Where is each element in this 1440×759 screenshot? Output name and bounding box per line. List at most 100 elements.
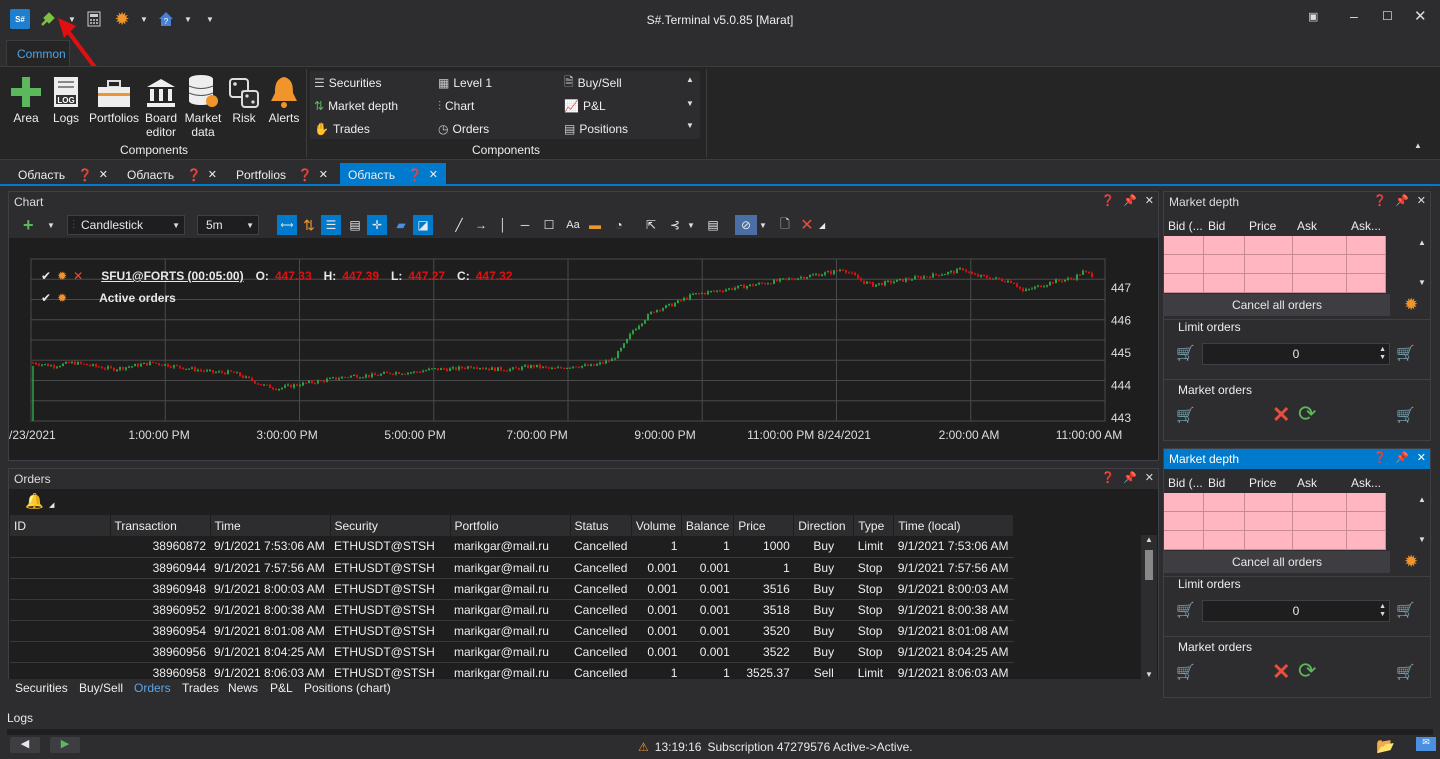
market-sell-cart-icon[interactable]: 🛒 xyxy=(1396,406,1415,424)
help-icon[interactable]: ❓ xyxy=(78,168,93,182)
column-header[interactable]: Direction xyxy=(793,515,855,536)
series-remove-icon[interactable]: ✕ xyxy=(73,269,83,283)
depth-column-header[interactable]: Ask xyxy=(1293,473,1347,493)
depth-cell[interactable] xyxy=(1347,531,1386,550)
tab-trades[interactable]: Trades xyxy=(182,681,219,695)
orders-settings-gear-icon[interactable]: ✹ xyxy=(57,291,67,305)
gallery-scroll-down-icon[interactable]: ▼ xyxy=(686,99,694,108)
depth-cell[interactable] xyxy=(1204,236,1245,255)
tab-news[interactable]: News xyxy=(228,681,258,695)
table-row[interactable]: 38960954 9/1/2021 8:01:08 AM ETHUSDT@STSH m… xyxy=(10,620,1014,642)
close-button[interactable]: ✕ xyxy=(1414,7,1427,25)
tab-buy-sell[interactable]: Buy/Sell xyxy=(79,681,123,695)
close-panel-icon[interactable]: ✕ xyxy=(1145,194,1154,207)
crosshair-icon[interactable]: ✛ xyxy=(367,215,387,235)
comment-icon[interactable]: ▰ xyxy=(391,215,411,235)
depth-cell[interactable] xyxy=(1293,255,1347,274)
stepper-arrows-icon[interactable]: ▲ ▼ xyxy=(1379,346,1386,362)
text-tool-icon[interactable]: Aa xyxy=(563,215,583,235)
scroll-link-icon[interactable]: ⟷ xyxy=(277,215,297,235)
depth-cell[interactable] xyxy=(1293,274,1347,293)
depth-column-header[interactable]: Ask... xyxy=(1347,216,1386,236)
restore-panel-icon[interactable]: ▣ xyxy=(1308,10,1318,23)
portfolios-button[interactable]: Portfolios xyxy=(86,71,142,125)
risk-button[interactable]: Risk xyxy=(226,71,262,125)
depth-cell[interactable] xyxy=(1164,255,1204,274)
rectangle-tool-icon[interactable]: ☐ xyxy=(539,215,559,235)
depth-column-header[interactable]: Bid (... xyxy=(1164,473,1204,493)
area-button[interactable]: Area xyxy=(6,71,46,125)
column-header[interactable]: Balance xyxy=(681,515,735,536)
depth-cell[interactable] xyxy=(1164,531,1204,550)
depth-cell[interactable] xyxy=(1347,274,1386,293)
checkbox-icon[interactable]: ✔ xyxy=(41,291,51,305)
delete-x-icon[interactable]: ✕ xyxy=(797,215,817,235)
cancel-all-orders-button[interactable]: Cancel all orders xyxy=(1164,551,1390,573)
depth-column-header[interactable]: Bid (... xyxy=(1164,216,1204,236)
depth-cell[interactable] xyxy=(1164,274,1204,293)
legend-list-icon[interactable]: ☰ xyxy=(321,215,341,235)
column-header[interactable]: Portfolio xyxy=(450,515,571,536)
area-chart-icon[interactable]: ◪ xyxy=(413,215,433,235)
alert-bell-icon[interactable]: 🔔 xyxy=(25,492,44,510)
column-header[interactable]: Status xyxy=(570,515,632,536)
vertical-line-icon[interactable]: │ xyxy=(499,215,507,235)
pin-icon[interactable]: 📌 xyxy=(1123,471,1137,484)
depth-cell[interactable] xyxy=(1245,236,1293,255)
board-editor-button[interactable]: Board editor xyxy=(142,71,180,139)
orders-scrollbar[interactable]: ▲ ▼ xyxy=(1141,535,1157,679)
depth-cell[interactable] xyxy=(1245,274,1293,293)
depth-column-header[interactable]: Price xyxy=(1245,216,1293,236)
depth-cell[interactable] xyxy=(1164,493,1204,512)
tab-orders[interactable]: Orders xyxy=(134,681,171,695)
depth-cell[interactable] xyxy=(1245,493,1293,512)
share-icon[interactable]: ⊰ xyxy=(665,215,685,235)
depth-column-header[interactable]: Ask... xyxy=(1347,473,1386,493)
cancel-x-icon[interactable]: ✕ xyxy=(1272,659,1290,685)
orders-button[interactable]: ◷ Orders xyxy=(438,118,489,140)
doc-tab-4[interactable]: Область ❓ ✕ xyxy=(340,163,446,186)
market-sell-cart-icon[interactable]: 🛒 xyxy=(1396,663,1415,681)
depth-column-header[interactable]: Bid xyxy=(1204,216,1245,236)
buy-cart-icon[interactable]: 🛒 xyxy=(1176,601,1195,619)
series-settings-gear-icon[interactable]: ✹ xyxy=(57,269,67,283)
column-header[interactable]: Type xyxy=(853,515,895,536)
horizontal-line-icon[interactable]: ─ xyxy=(515,215,535,235)
table-row[interactable]: 38960944 9/1/2021 7:57:56 AM ETHUSDT@STSH m… xyxy=(10,557,1014,579)
tab-securities[interactable]: Securities xyxy=(15,681,68,695)
column-header[interactable]: Transaction xyxy=(110,515,211,536)
table-row[interactable]: 38960956 9/1/2021 8:04:25 AM ETHUSDT@STSH m… xyxy=(10,641,1014,663)
close-tab-icon[interactable]: ✕ xyxy=(319,168,328,181)
sort-arrows-icon[interactable]: ⇅ xyxy=(299,215,319,235)
market-data-button[interactable]: Market data xyxy=(182,71,224,139)
depth-cell[interactable] xyxy=(1245,531,1293,550)
bell-dropdown-icon[interactable]: ◢ xyxy=(49,501,54,509)
pin-icon[interactable]: 📌 xyxy=(1395,451,1409,464)
depth-cell[interactable] xyxy=(1204,512,1245,531)
tab-positions-chart[interactable]: Positions (chart) xyxy=(304,681,391,695)
column-header[interactable]: Price xyxy=(733,515,795,536)
depth-cell[interactable] xyxy=(1245,255,1293,274)
close-panel-icon[interactable]: ✕ xyxy=(1417,194,1426,207)
column-header[interactable]: Security xyxy=(330,515,451,536)
depth-cell[interactable] xyxy=(1347,493,1386,512)
gallery-expand-icon[interactable]: ▼ xyxy=(686,121,694,130)
depth-settings-gear-icon[interactable]: ✹ xyxy=(1404,552,1418,572)
refresh-icon[interactable]: ⟳ xyxy=(1298,658,1316,684)
buy-cart-icon[interactable]: 🛒 xyxy=(1176,344,1195,362)
scroll-up-icon[interactable]: ▲ xyxy=(1418,238,1426,247)
back-arrow-icon[interactable]: ◀ xyxy=(10,737,40,753)
depth-cell[interactable] xyxy=(1293,531,1347,550)
table-row[interactable]: 38960958 9/1/2021 8:06:03 AM ETHUSDT@STSH m… xyxy=(10,662,1014,679)
scroll-up-icon[interactable]: ▲ xyxy=(1141,535,1157,544)
depth-cell[interactable] xyxy=(1245,512,1293,531)
depth-cell[interactable] xyxy=(1204,255,1245,274)
help-icon[interactable]: ❓ xyxy=(1373,194,1387,207)
timeframe-select[interactable]: 5m ▼ xyxy=(197,215,259,235)
document-icon[interactable]: ▤ xyxy=(345,215,365,235)
alerts-button[interactable]: Alerts xyxy=(264,71,304,125)
minimize-button[interactable]: – xyxy=(1350,8,1358,24)
ruler-icon[interactable]: ▬ xyxy=(585,215,605,235)
market-buy-cart-icon[interactable]: 🛒 xyxy=(1176,663,1195,681)
notes-icon[interactable]: ▤ xyxy=(703,215,723,235)
